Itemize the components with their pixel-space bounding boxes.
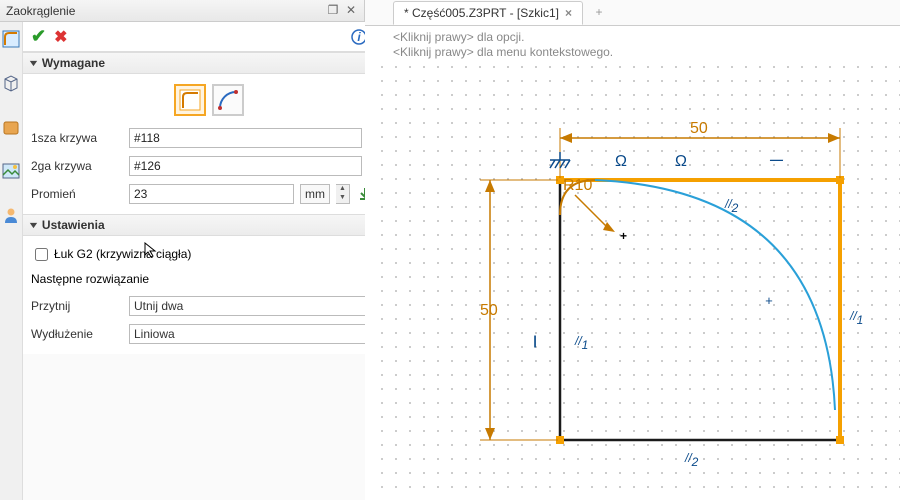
context-hints: <Kliknij prawy> dla opcji. <Kliknij praw… [365,26,900,64]
document-tabbar: * Część005.Z3PRT - [Szkic1] × + [365,0,900,26]
command-panel: Zaokrąglenie ❐ ✕ ✔ ✖ [0,0,365,500]
toolbar-image-icon[interactable] [0,160,22,182]
toolbar-fillet-icon[interactable] [0,28,22,50]
mode-arc-button[interactable] [212,84,244,116]
document-tab[interactable]: * Część005.Z3PRT - [Szkic1] × [393,1,583,25]
horizontal-constraint: — [769,152,784,167]
canvas-area: * Część005.Z3PRT - [Szkic1] × + <Kliknij… [365,0,900,500]
trim-label: Przytnij [31,299,123,313]
toolbar-user-icon[interactable] [0,204,22,226]
sketch-viewport[interactable]: R10 50 50 [375,60,900,500]
curve1-input[interactable] [129,128,362,148]
g2-arc-checkbox[interactable] [35,248,48,261]
trim-select[interactable]: Utnij dwa [129,296,386,316]
section-required-header[interactable]: Wymagane [23,52,394,74]
toolbar-cube-icon[interactable] [0,72,22,94]
radius-label: Promień [31,187,123,201]
svg-text:50: 50 [480,302,498,319]
tab-close-icon[interactable]: × [565,6,572,20]
curve2-input[interactable] [129,156,362,176]
tab-label: * Część005.Z3PRT - [Szkic1] [404,6,559,20]
panel-titlebar: Zaokrąglenie ❐ ✕ [0,0,364,22]
g2-arc-label: Łuk G2 (krzywizna ciągła) [54,247,191,261]
section-settings-header[interactable]: Ustawienia [23,214,394,236]
sketch-rectangle [560,180,840,440]
next-solution-label: Następne rozwiązanie [31,272,149,286]
hint-line-1: <Kliknij prawy> dla opcji. [393,30,872,45]
cancel-button[interactable]: ✖ [50,27,71,47]
parallel-constraint-bottom: //2 [684,451,699,469]
extend-select[interactable]: Liniowa [129,324,386,344]
svg-text:i: i [357,30,361,44]
new-tab-button[interactable]: + [589,5,609,25]
toolbar-box-icon[interactable] [0,116,22,138]
tangent-constraint-2: Ω [675,153,687,170]
radius-unit: mm [300,184,330,204]
restore-icon[interactable]: ❐ [326,4,340,18]
parallel-constraint-right: //1 [849,309,863,327]
left-toolbar [0,22,23,500]
svg-text:50: 50 [690,120,708,137]
curve1-label: 1sza krzywa [31,131,123,145]
pick-point-marker: + [620,229,627,243]
tangent-constraint-1: Ω [615,153,627,170]
ok-button[interactable]: ✔ [27,26,50,47]
hint-line-2: <Kliknij prawy> dla menu kontekstowego. [393,45,872,60]
sketch-svg: R10 50 50 [375,60,900,500]
panel-actionbar: ✔ ✖ i [23,22,394,52]
panel-title: Zaokrąglenie [6,4,322,18]
section-required-title: Wymagane [42,56,105,70]
curve2-label: 2ga krzywa [31,159,123,173]
g2-preview-curve [595,180,835,410]
dim-vertical: 50 [480,180,558,440]
close-icon[interactable]: ✕ [344,4,358,18]
radius-input[interactable] [129,184,294,204]
coincident-constraint-center: + [765,293,773,308]
extend-label: Wydłużenie [31,327,123,341]
radius-dim-text: R10 [563,177,592,194]
radius-stepper[interactable]: ▲▼ [336,184,350,204]
parallel-constraint-left: //1 [574,334,588,352]
mode-fillet-button[interactable] [174,84,206,116]
dim-horizontal: 50 [560,120,840,178]
section-settings-title: Ustawienia [42,218,105,232]
vertical-constraint-left: | [533,333,537,348]
